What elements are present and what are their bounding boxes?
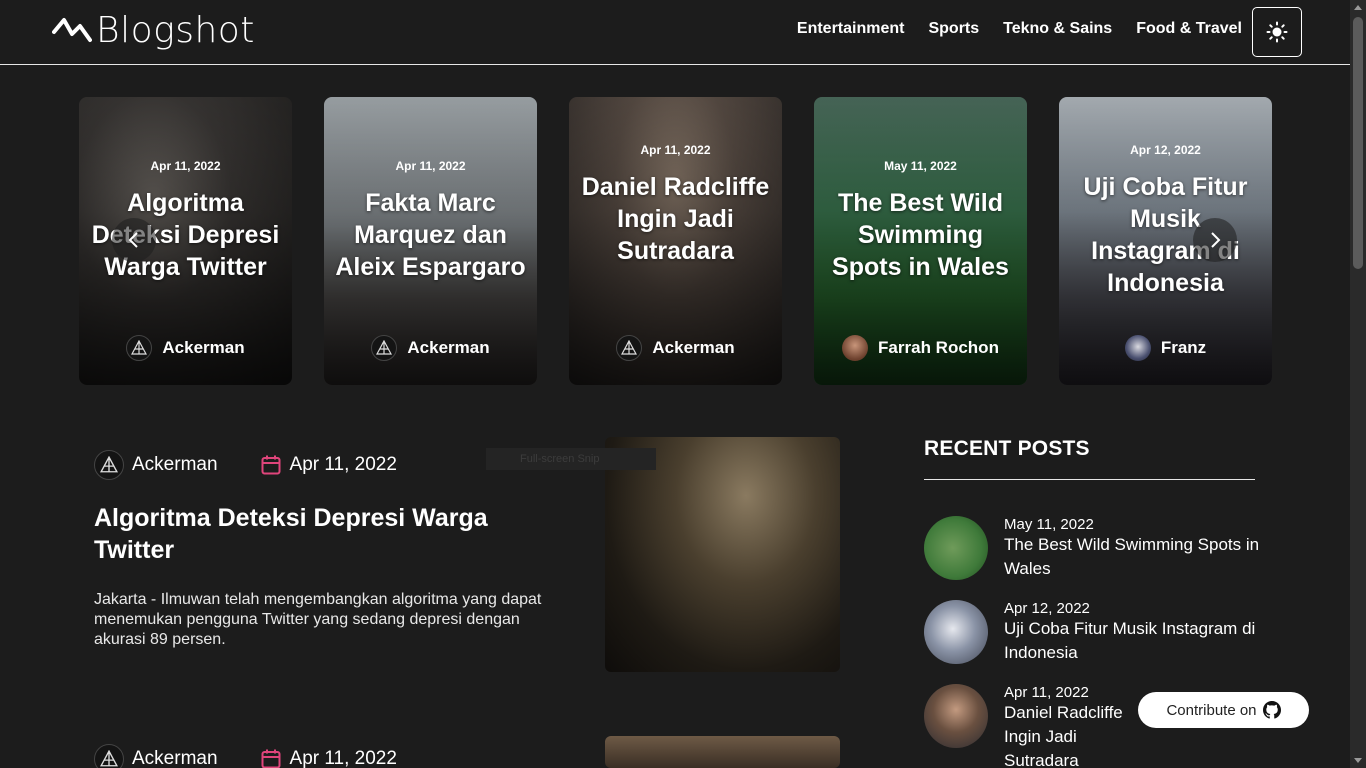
scroll-down-icon[interactable]: [1354, 758, 1362, 763]
card-author-name: Farrah Rochon: [878, 338, 999, 357]
card-date: Apr 11, 2022: [395, 159, 466, 173]
theme-toggle-button[interactable]: [1252, 7, 1302, 57]
card-author: Ackerman: [79, 335, 292, 361]
contribute-button[interactable]: Contribute on: [1138, 692, 1309, 728]
author-avatar: [842, 335, 869, 361]
site-header: Blogshot Entertainment Sports Tekno & Sa…: [0, 0, 1350, 65]
recent-post-thumbnail: [924, 516, 988, 580]
recent-post-thumbnail: [924, 600, 988, 664]
article-author[interactable]: Ackerman: [132, 748, 218, 768]
contribute-label: Contribute on: [1166, 701, 1257, 719]
article-thumbnail[interactable]: [605, 437, 840, 672]
nav-tekno-sains[interactable]: Tekno & Sains: [1003, 20, 1112, 38]
author-avatar: [371, 335, 398, 361]
article-date: Apr 11, 2022: [289, 748, 397, 768]
recent-post-item[interactable]: May 11, 2022 The Best Wild Swimming Spot…: [924, 516, 1264, 581]
author-avatar: [616, 335, 643, 361]
card-title: The Best Wild Swimming Spots in Wales: [832, 189, 1009, 281]
article-card: Ackerman Apr 11, 2022: [94, 736, 840, 768]
article-date: Apr 11, 2022: [289, 454, 397, 475]
recent-post-date: Apr 11, 2022: [1004, 684, 1089, 701]
recent-post-date: Apr 12, 2022: [1004, 600, 1090, 617]
card-date: Apr 11, 2022: [640, 143, 711, 157]
recent-post-title[interactable]: Daniel Radcliffe Ingin Jadi Sutradara: [1004, 701, 1134, 768]
article-title[interactable]: Algoritma Deteksi Depresi Warga Twitter: [94, 502, 564, 566]
article-card: Ackerman Apr 11, 2022 Algoritma Deteksi …: [94, 437, 840, 677]
carousel-next-button[interactable]: [1193, 218, 1237, 262]
card-author: Franz: [1059, 335, 1272, 361]
chevron-right-icon: [1211, 232, 1221, 248]
page-scrollbar[interactable]: [1350, 0, 1366, 768]
calendar-icon: [261, 749, 281, 768]
calendar-icon: [261, 455, 281, 475]
recent-post-title[interactable]: The Best Wild Swimming Spots in Wales: [1004, 533, 1264, 581]
carousel-card[interactable]: Apr 12, 2022 Uji Coba Fitur Musik Instag…: [1059, 97, 1272, 385]
card-title: Daniel Radcliffe Ingin Jadi Sutradara: [581, 173, 770, 265]
recent-post-item[interactable]: Apr 12, 2022 Uji Coba Fitur Musik Instag…: [924, 600, 1264, 665]
brand-name: Blogshot: [96, 10, 255, 51]
card-date: May 11, 2022: [884, 159, 957, 173]
logo-icon: [52, 17, 92, 42]
card-author: Ackerman: [569, 335, 782, 361]
card-author-name: Ackerman: [162, 338, 245, 357]
chevron-left-icon: [128, 232, 138, 248]
card-author-name: Ackerman: [652, 338, 735, 357]
card-author: Farrah Rochon: [814, 335, 1027, 361]
recent-posts-sidebar: RECENT POSTS May 11, 2022 The Best Wild …: [924, 437, 1259, 768]
card-author-name: Ackerman: [407, 338, 490, 357]
featured-carousel: Apr 11, 2022 Algoritma Deteksi Depresi W…: [79, 97, 1272, 385]
recent-post-title[interactable]: Uji Coba Fitur Musik Instagram di Indone…: [1004, 617, 1264, 665]
article-thumbnail[interactable]: [605, 736, 840, 768]
author-avatar: [1124, 335, 1151, 361]
recent-posts-heading: RECENT POSTS: [924, 437, 1255, 480]
recent-post-item[interactable]: Apr 11, 2022 Daniel Radcliffe Ingin Jadi…: [924, 684, 1134, 768]
snip-tooltip: Full-screen Snip: [486, 448, 656, 470]
nav-food-travel[interactable]: Food & Travel: [1136, 20, 1242, 38]
article-excerpt: Jakarta - Ilmuwan telah mengembangkan al…: [94, 591, 542, 648]
scroll-up-icon[interactable]: [1354, 5, 1362, 10]
recent-post-thumbnail: [924, 684, 988, 748]
author-avatar: [94, 450, 124, 480]
author-avatar: [94, 744, 124, 768]
card-author: Ackerman: [324, 335, 537, 361]
carousel-card[interactable]: Apr 11, 2022 Fakta Marc Marquez dan Alei…: [324, 97, 537, 385]
card-author-name: Franz: [1160, 338, 1207, 357]
card-date: Apr 12, 2022: [1130, 143, 1201, 157]
card-date: Apr 11, 2022: [150, 159, 221, 173]
scrollbar-thumb[interactable]: [1353, 17, 1363, 269]
card-title: Fakta Marc Marquez dan Aleix Espargaro: [335, 189, 526, 281]
logo[interactable]: Blogshot: [52, 10, 255, 51]
carousel-card[interactable]: Apr 11, 2022 Algoritma Deteksi Depresi W…: [79, 97, 292, 385]
sun-icon: [1266, 21, 1288, 43]
carousel-card[interactable]: Apr 11, 2022 Daniel Radcliffe Ingin Jadi…: [569, 97, 782, 385]
recent-post-date: May 11, 2022: [1004, 516, 1094, 533]
carousel-prev-button[interactable]: [112, 218, 156, 262]
author-avatar: [126, 335, 153, 361]
nav-sports[interactable]: Sports: [928, 20, 979, 38]
nav-entertainment[interactable]: Entertainment: [797, 20, 905, 38]
main-nav: Entertainment Sports Tekno & Sains Food …: [797, 20, 1242, 38]
github-icon: [1262, 701, 1281, 719]
carousel-card[interactable]: May 11, 2022 The Best Wild Swimming Spot…: [814, 97, 1027, 385]
article-author[interactable]: Ackerman: [132, 454, 218, 476]
